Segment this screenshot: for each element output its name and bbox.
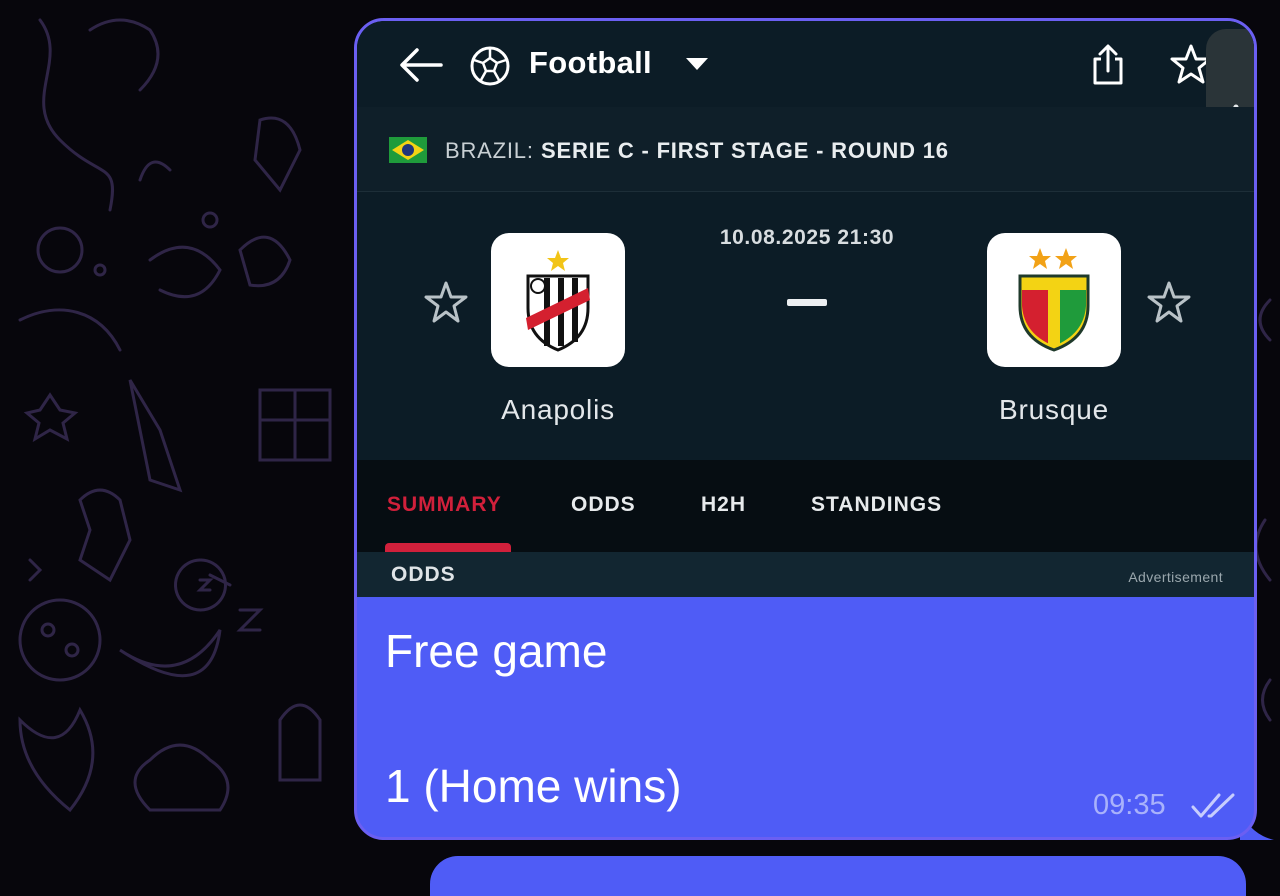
away-team-name[interactable]: Brusque (954, 394, 1154, 426)
message-bubble[interactable]: Football BRAZIL: SERIE C - FIRST STAGE -… (354, 18, 1257, 840)
next-message-bubble[interactable] (430, 856, 1246, 896)
league-name[interactable]: SERIE C - FIRST STAGE - ROUND 16 (541, 138, 949, 164)
match-score (787, 299, 827, 306)
favorite-home-star-icon[interactable] (423, 280, 469, 324)
soccer-ball-icon (470, 46, 510, 86)
double-check-icon (1191, 793, 1235, 818)
away-team-logo[interactable] (987, 233, 1121, 367)
league-country: BRAZIL: (445, 138, 534, 163)
home-team-name[interactable]: Anapolis (458, 394, 658, 426)
sport-title[interactable]: Football (529, 45, 652, 81)
share-icon[interactable] (1087, 43, 1129, 87)
tab-h2h[interactable]: H2H (701, 493, 746, 517)
active-tab-indicator (385, 543, 511, 552)
match-screenshot[interactable]: Football BRAZIL: SERIE C - FIRST STAGE -… (357, 21, 1254, 597)
odds-section-label: ODDS (391, 563, 456, 586)
match-datetime: 10.08.2025 21:30 (719, 226, 895, 249)
tab-odds[interactable]: ODDS (571, 493, 636, 517)
tab-summary[interactable]: SUMMARY (387, 493, 502, 517)
dropdown-caret-icon[interactable] (685, 57, 709, 71)
brazil-flag-icon (389, 137, 427, 163)
back-arrow-icon[interactable] (397, 45, 443, 85)
brusque-crest-icon (1018, 248, 1090, 352)
tab-standings[interactable]: STANDINGS (811, 493, 942, 517)
anapolis-crest-icon (526, 250, 590, 352)
message-text-line-1: Free game (385, 625, 608, 677)
message-text-line-2: 1 (Home wins) (385, 760, 682, 812)
message-time: 09:35 (1093, 789, 1166, 821)
advertisement-label: Advertisement (1128, 569, 1223, 585)
favorite-away-star-icon[interactable] (1146, 280, 1192, 324)
home-team-logo[interactable] (491, 233, 625, 367)
